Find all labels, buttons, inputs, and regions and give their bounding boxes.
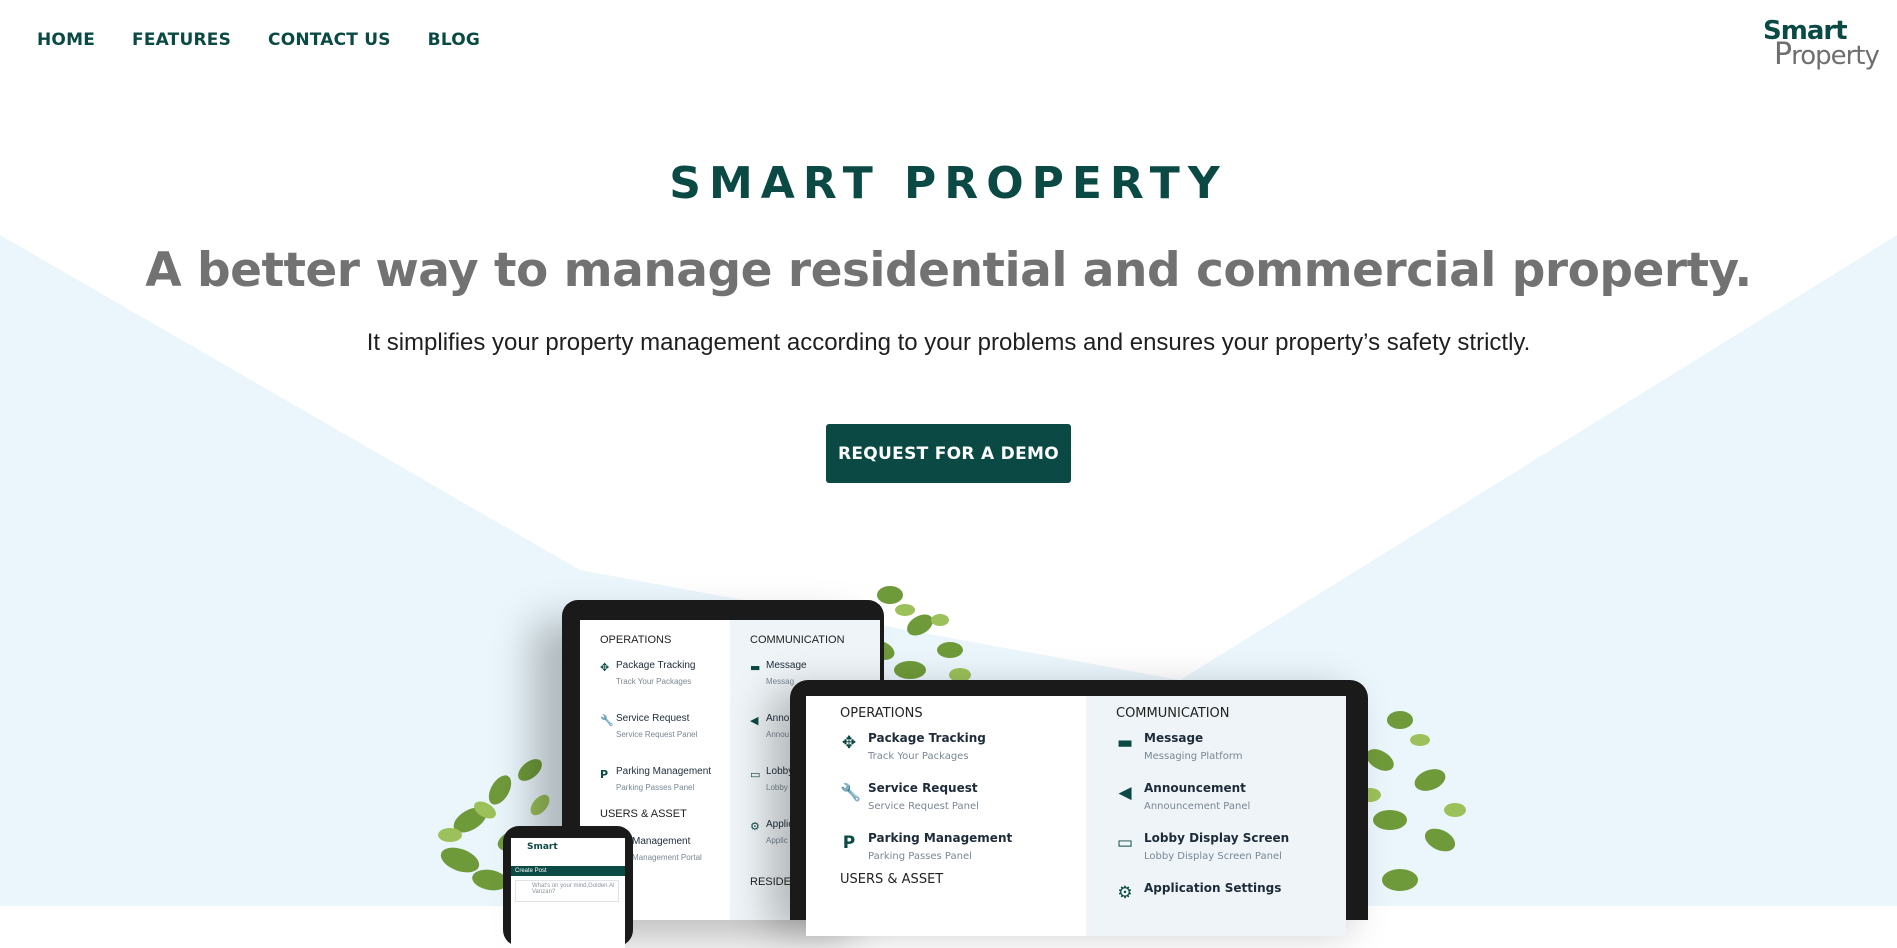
nav-blog-link[interactable]: BLOG xyxy=(428,30,480,50)
tablet-section-heading: USERS & ASSET xyxy=(600,808,687,820)
nav-links: HOME FEATURES CONTACT US BLOG xyxy=(37,30,480,50)
laptop-screen: OPERATIONS ✥ Package Tracking Track Your… xyxy=(806,696,1346,936)
laptop-item-subtitle: Service Request Panel xyxy=(868,801,979,812)
laptop-item-package-tracking[interactable]: Package Tracking xyxy=(868,731,986,745)
gear-icon: ⚙ xyxy=(750,820,760,833)
phone-mockup: Smart Create Post What's on your mind,Go… xyxy=(503,826,633,948)
laptop-item-subtitle: Messaging Platform xyxy=(1144,751,1243,762)
laptop-item-parking-management[interactable]: Parking Management xyxy=(868,831,1012,845)
laptop-item-application-settings[interactable]: Application Settings xyxy=(1144,881,1281,895)
message-icon: ▬ xyxy=(750,661,761,674)
laptop-item-subtitle: Lobby Display Screen Panel xyxy=(1144,851,1282,862)
laptop-item-message[interactable]: Message xyxy=(1144,731,1203,745)
wrench-icon: 🔧 xyxy=(600,714,614,727)
tablet-item-title[interactable]: Message xyxy=(766,660,807,671)
tablet-section-heading: COMMUNICATION xyxy=(750,634,845,646)
wrench-icon: 🔧 xyxy=(840,783,862,803)
laptop-right-column: COMMUNICATION ▬ Message Messaging Platfo… xyxy=(1086,696,1346,936)
request-demo-button[interactable]: REQUEST FOR A DEMO xyxy=(826,424,1071,483)
laptop-item-subtitle: Track Your Packages xyxy=(868,751,969,762)
parking-icon: P xyxy=(842,833,856,853)
gear-icon: ⚙ xyxy=(1117,883,1133,903)
tablet-item-subtitle: Parking Passes Panel xyxy=(616,783,695,792)
megaphone-icon: ◀ xyxy=(1118,783,1132,803)
tablet-item-title[interactable]: Package Tracking xyxy=(616,660,696,671)
tablet-item-subtitle: Lobby xyxy=(766,783,788,792)
laptop-section-communication: COMMUNICATION xyxy=(1116,706,1230,721)
tablet-item-subtitle: Management Portal xyxy=(632,853,702,862)
hero-headline: A better way to manage residential and c… xyxy=(145,243,1752,298)
laptop-item-subtitle: Parking Passes Panel xyxy=(868,851,972,862)
message-icon: ▬ xyxy=(1116,733,1134,753)
laptop-section-users-asset: USERS & ASSET xyxy=(840,872,944,887)
nav-home-link[interactable]: HOME xyxy=(37,30,95,50)
package-icon: ✥ xyxy=(600,661,610,674)
tablet-item-title[interactable]: Service Request xyxy=(616,713,689,724)
tablet-item-title[interactable]: Management xyxy=(632,836,690,847)
brand-title: SMART PROPERTY xyxy=(669,158,1228,209)
phone-create-post-bar[interactable]: Create Post xyxy=(511,866,625,876)
device-mockups: OPERATIONS ✥ Package Tracking Track Your… xyxy=(0,560,1897,948)
parking-icon: P xyxy=(600,768,609,781)
laptop-mockup: OPERATIONS ✥ Package Tracking Track Your… xyxy=(790,680,1368,936)
site-logo[interactable]: Smart Property xyxy=(1760,18,1880,74)
phone-logo: Smart xyxy=(527,842,558,852)
laptop-left-column: OPERATIONS ✥ Package Tracking Track Your… xyxy=(806,696,1086,936)
tablet-item-subtitle: Annou xyxy=(766,730,790,739)
tablet-section-heading: OPERATIONS xyxy=(600,634,672,646)
monitor-icon: ▭ xyxy=(750,768,761,781)
laptop-section-operations: OPERATIONS xyxy=(840,706,923,721)
phone-screen: Smart Create Post What's on your mind,Go… xyxy=(511,838,625,948)
tablet-item-subtitle: Applic xyxy=(766,836,788,845)
top-navigation: HOME FEATURES CONTACT US BLOG Smart Prop… xyxy=(0,0,1897,84)
logo-bottom-text: Property xyxy=(1774,37,1880,72)
megaphone-icon: ◀ xyxy=(750,714,759,727)
tablet-item-subtitle: Messag xyxy=(766,677,795,686)
nav-contact-link[interactable]: CONTACT US xyxy=(268,30,391,50)
tablet-item-title[interactable]: Parking Management xyxy=(616,766,711,777)
laptop-item-announcement[interactable]: Announcement xyxy=(1144,781,1246,795)
hero-subline: It simplifies your property management a… xyxy=(366,329,1531,356)
laptop-item-lobby-display[interactable]: Lobby Display Screen xyxy=(1144,831,1289,845)
laptop-item-service-request[interactable]: Service Request xyxy=(868,781,978,795)
nav-features-link[interactable]: FEATURES xyxy=(132,30,231,50)
monitor-icon: ▭ xyxy=(1116,833,1134,853)
laptop-item-subtitle: Announcement Panel xyxy=(1144,801,1251,812)
tablet-item-subtitle: Track Your Packages xyxy=(616,677,692,686)
package-icon: ✥ xyxy=(841,733,857,753)
phone-post-input[interactable]: What's on your mind,Golden Al Vanzan? xyxy=(515,880,619,902)
tablet-item-subtitle: Service Request Panel xyxy=(616,730,698,739)
